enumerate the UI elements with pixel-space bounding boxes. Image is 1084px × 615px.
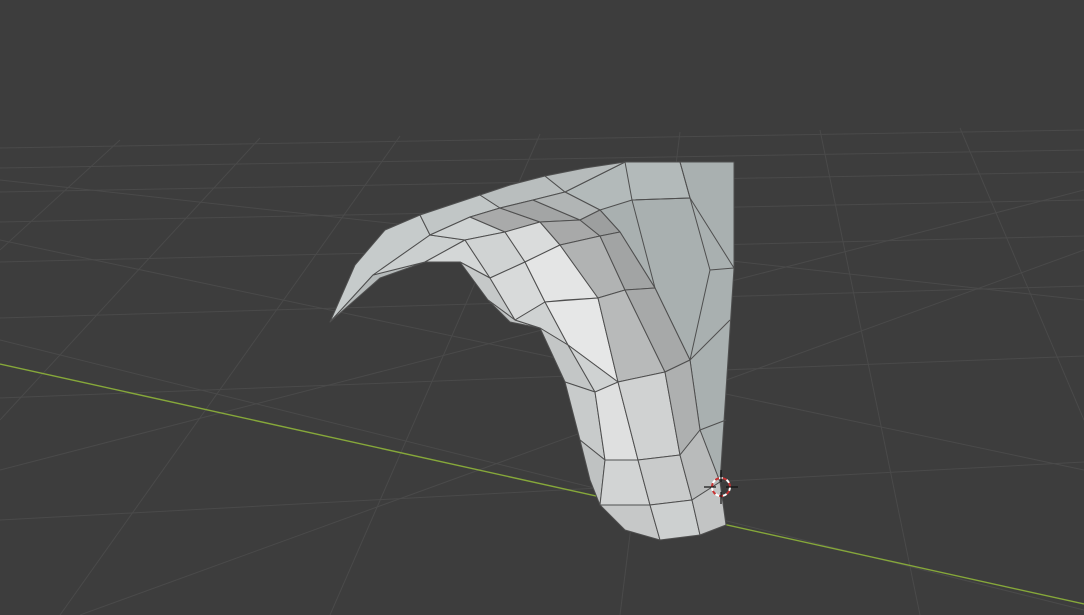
3d-viewport[interactable] <box>0 0 1084 615</box>
